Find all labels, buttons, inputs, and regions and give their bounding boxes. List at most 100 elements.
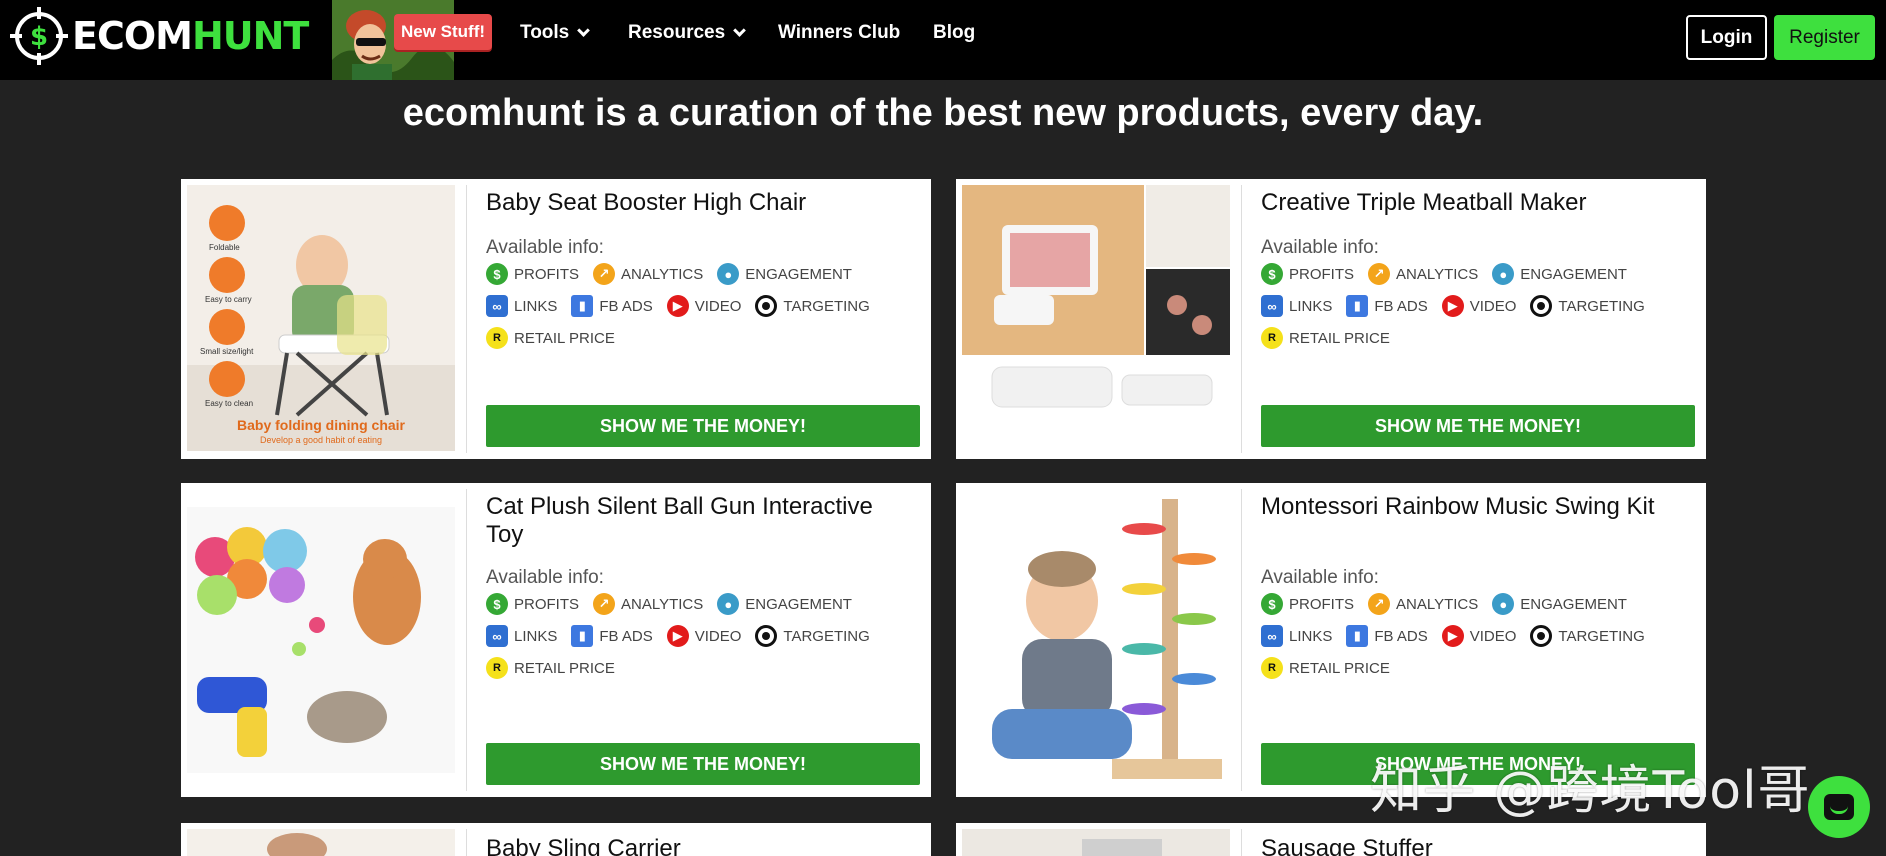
nav-winners-club[interactable]: Winners Club xyxy=(778,22,900,44)
info-profits: $ PROFITS xyxy=(1261,263,1354,285)
ecomhunt-logo[interactable]: $ ECOMHUNT xyxy=(8,4,309,68)
info-targeting-label: TARGETING xyxy=(1558,297,1645,315)
info-fbads-label: FB ADS xyxy=(599,627,653,645)
info-links-label: LINKS xyxy=(514,627,558,645)
info-analytics-label: ANALYTICS xyxy=(1396,265,1479,283)
nav-blog-label: Blog xyxy=(933,22,976,43)
link-icon: ∞ xyxy=(486,625,508,647)
info-retail-label: RETAIL PRICE xyxy=(514,329,615,347)
target-icon xyxy=(1530,295,1553,317)
info-targeting: TARGETING xyxy=(1530,295,1645,317)
product-image[interactable] xyxy=(187,507,455,773)
image-caption: Baby folding dining chair xyxy=(237,417,405,433)
bar-chart-icon: ▮ xyxy=(1346,625,1369,647)
info-links: ∞ LINKS xyxy=(1261,625,1332,647)
info-targeting: TARGETING xyxy=(1530,625,1645,647)
nav-resources[interactable]: Resources xyxy=(628,22,747,44)
info-fbads-label: FB ADS xyxy=(599,297,653,315)
product-image[interactable] xyxy=(962,829,1230,856)
retail-icon: R xyxy=(1261,327,1283,349)
play-icon: ▶ xyxy=(1441,295,1464,317)
info-engagement: ● ENGAGEMENT xyxy=(1492,263,1627,285)
info-fbads: ▮ FB ADS xyxy=(571,625,653,647)
available-info-label: Available info: xyxy=(1261,237,1379,258)
card-divider xyxy=(466,829,467,856)
info-engagement-label: ENGAGEMENT xyxy=(745,595,852,613)
info-profits-label: PROFITS xyxy=(514,265,580,283)
info-row: R RETAIL PRICE xyxy=(486,657,629,679)
product-image[interactable] xyxy=(962,185,1230,451)
register-button[interactable]: Register xyxy=(1774,15,1875,60)
info-row: ∞ LINKS ▮ FB ADS ▶ VIDEO TARGETING xyxy=(1261,295,1659,317)
product-title[interactable]: Sausage Stuffer xyxy=(1261,835,1661,856)
product-title[interactable]: Baby Sling Carrier xyxy=(486,835,886,856)
nav-tools-label: Tools xyxy=(520,22,570,43)
info-video: ▶ VIDEO xyxy=(666,625,741,647)
target-icon xyxy=(755,625,778,647)
show-me-the-money-button[interactable]: SHOW ME THE MONEY! xyxy=(1261,405,1695,447)
image-subcaption: Develop a good habit of eating xyxy=(259,435,383,445)
product-card[interactable]: Foldable Easy to carry Small size/light … xyxy=(181,179,931,459)
info-links: ∞ LINKS xyxy=(486,295,557,317)
info-links-label: LINKS xyxy=(1289,627,1333,645)
image-icon-label: Small size/light xyxy=(200,347,254,356)
info-row: ∞ LINKS ▮ FB ADS ▶ VIDEO TARGETING xyxy=(486,625,884,647)
product-card[interactable]: Cat Plush Silent Ball Gun Interactive To… xyxy=(181,483,931,797)
product-title[interactable]: Creative Triple Meatball Maker xyxy=(1261,189,1661,217)
retail-icon: R xyxy=(1261,657,1283,679)
product-card[interactable]: Baby Sling Carrier xyxy=(181,823,931,856)
bar-chart-icon: ▮ xyxy=(571,625,594,647)
chart-icon: ↗ xyxy=(593,263,616,285)
info-retail-label: RETAIL PRICE xyxy=(1289,659,1390,677)
info-row: $ PROFITS ↗ ANALYTICS ● ENGAGEMENT xyxy=(486,263,866,285)
login-button[interactable]: Login xyxy=(1686,15,1767,60)
info-analytics-label: ANALYTICS xyxy=(621,595,704,613)
info-row: $ PROFITS ↗ ANALYTICS ● ENGAGEMENT xyxy=(1261,263,1641,285)
chevron-down-icon xyxy=(577,23,591,37)
product-title[interactable]: Baby Seat Booster High Chair xyxy=(486,189,886,217)
info-video: ▶ VIDEO xyxy=(1441,295,1516,317)
product-card[interactable]: Creative Triple Meatball Maker Available… xyxy=(956,179,1706,459)
product-image[interactable] xyxy=(962,489,1230,791)
card-divider xyxy=(1241,489,1242,791)
info-retail-label: RETAIL PRICE xyxy=(1289,329,1390,347)
user-icon: ● xyxy=(717,263,740,285)
info-profits-label: PROFITS xyxy=(514,595,580,613)
nav-blog[interactable]: Blog xyxy=(933,22,975,44)
hero-heading: ecomhunt is a curation of the best new p… xyxy=(402,92,1484,134)
chart-icon: ↗ xyxy=(1368,593,1391,615)
info-engagement: ● ENGAGEMENT xyxy=(717,263,852,285)
info-fbads: ▮ FB ADS xyxy=(1346,625,1428,647)
info-fbads: ▮ FB ADS xyxy=(1346,295,1428,317)
target-icon xyxy=(755,295,778,317)
show-me-the-money-button[interactable]: SHOW ME THE MONEY! xyxy=(486,405,920,447)
user-icon: ● xyxy=(1492,593,1515,615)
info-analytics: ↗ ANALYTICS xyxy=(593,593,703,615)
info-profits: $ PROFITS xyxy=(1261,593,1354,615)
product-image[interactable]: Foldable Easy to carry Small size/light … xyxy=(187,185,455,451)
info-row: ∞ LINKS ▮ FB ADS ▶ VIDEO TARGETING xyxy=(1261,625,1659,647)
product-card[interactable]: Sausage Stuffer xyxy=(956,823,1706,856)
chat-button[interactable] xyxy=(1808,776,1870,838)
card-divider xyxy=(1241,185,1242,453)
product-image[interactable] xyxy=(187,829,455,856)
show-me-the-money-button[interactable]: SHOW ME THE MONEY! xyxy=(486,743,920,785)
logo-text: ECOMHUNT xyxy=(72,14,309,58)
new-stuff-badge[interactable]: New Stuff! xyxy=(394,14,492,50)
info-profits-label: PROFITS xyxy=(1289,595,1355,613)
info-engagement: ● ENGAGEMENT xyxy=(717,593,852,615)
watermark-text: 知乎 @跨境Tool哥 xyxy=(1370,761,1811,821)
link-icon: ∞ xyxy=(1261,295,1283,317)
info-row: R RETAIL PRICE xyxy=(1261,657,1404,679)
retail-icon: R xyxy=(486,327,508,349)
available-info-label: Available info: xyxy=(1261,567,1379,588)
dollar-icon: $ xyxy=(1261,263,1283,285)
image-icon-label: Easy to clean xyxy=(205,399,254,408)
product-title[interactable]: Montessori Rainbow Music Swing Kit xyxy=(1261,493,1661,521)
play-icon: ▶ xyxy=(1441,625,1464,647)
nav-tools[interactable]: Tools xyxy=(520,22,591,44)
image-icon-label: Foldable xyxy=(209,243,240,252)
product-title[interactable]: Cat Plush Silent Ball Gun Interactive To… xyxy=(486,493,886,549)
info-fbads: ▮ FB ADS xyxy=(571,295,653,317)
info-fbads-label: FB ADS xyxy=(1374,627,1428,645)
